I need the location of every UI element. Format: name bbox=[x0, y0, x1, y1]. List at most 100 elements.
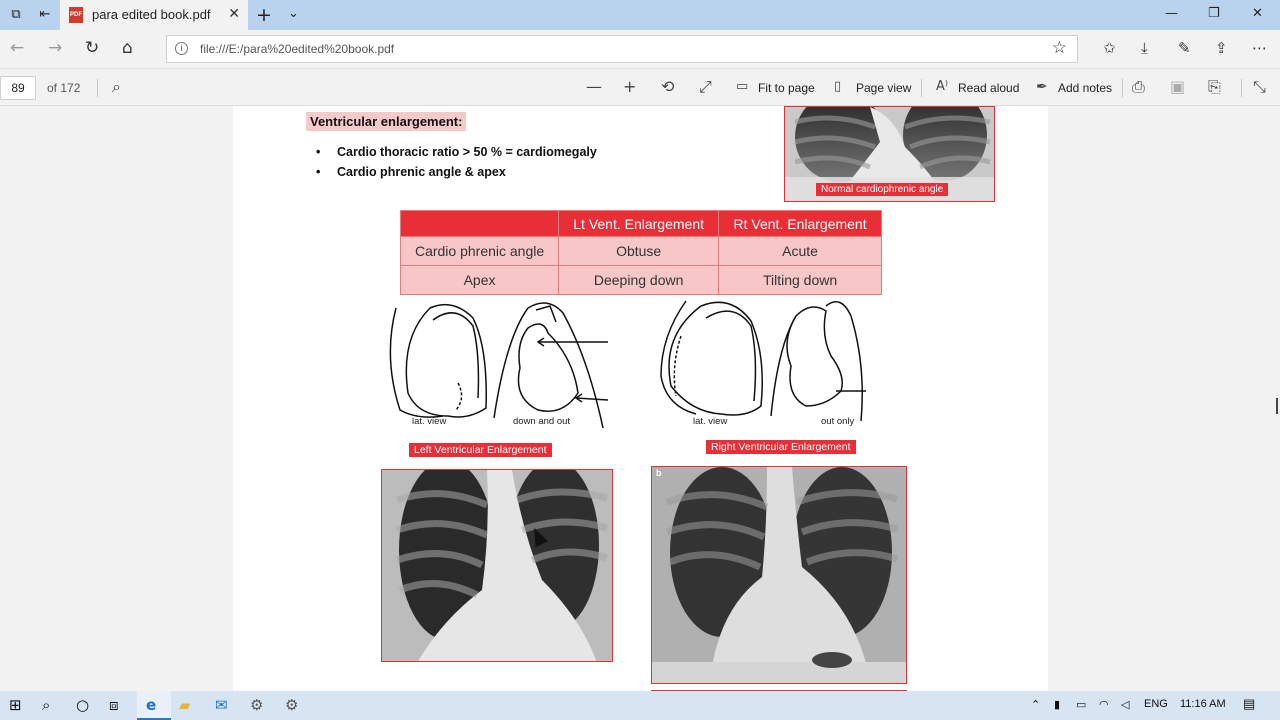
full-screen-icon[interactable]: ⤢ bbox=[699, 77, 712, 97]
back-icon[interactable]: ← bbox=[10, 38, 24, 58]
table-cell: Apex bbox=[399, 265, 560, 295]
volume-icon[interactable]: ◁ bbox=[1121, 698, 1129, 711]
figure-corner-mark: b bbox=[656, 468, 662, 478]
more-icon[interactable]: ⋯ bbox=[1252, 39, 1267, 57]
print-icon[interactable]: ⎙ bbox=[1132, 77, 1145, 97]
right-ventricle-sketch: lat. view out only bbox=[660, 300, 866, 427]
language-indicator[interactable]: ENG bbox=[1144, 698, 1168, 710]
table-cell: Cardio phrenic angle bbox=[399, 236, 560, 266]
pdf-toolbar: 89 of 172 ⌕ — + ⟲ ⤢ ▭ Fit to page ▯ Page… bbox=[0, 68, 1280, 106]
out-only-label: out only bbox=[821, 416, 855, 427]
down-and-out-label: down and out bbox=[513, 416, 570, 427]
forward-icon[interactable]: → bbox=[48, 38, 62, 58]
page-view-icon[interactable]: ▯ bbox=[834, 79, 841, 94]
table-cell: Deeping down bbox=[558, 265, 720, 295]
task-view-icon[interactable]: ⧈ bbox=[109, 696, 119, 714]
close-window-icon[interactable]: ✕ bbox=[1252, 6, 1263, 21]
bullet-item: Cardio phrenic angle & apex bbox=[316, 165, 506, 179]
app-icon[interactable]: ⚙ bbox=[285, 696, 298, 714]
pdf-file-icon: PDF bbox=[69, 7, 83, 23]
search-icon[interactable]: ⌕ bbox=[112, 77, 121, 97]
save-as-icon[interactable]: ⎘ bbox=[1208, 77, 1221, 97]
favorites-icon[interactable]: ✩ bbox=[1103, 39, 1116, 57]
ventricular-comparison-table: Lt Vent. Enlargement Rt Vent. Enlargemen… bbox=[399, 210, 882, 295]
left-enlargement-xray bbox=[381, 469, 613, 662]
address-bar: ← → ↻ ⌂ i file:///E:/para%20edited%20boo… bbox=[0, 30, 1280, 68]
chevron-down-icon[interactable]: ⌄ bbox=[288, 6, 299, 21]
wifi-icon[interactable]: ◠ bbox=[1099, 698, 1109, 711]
new-tab-icon[interactable]: + bbox=[256, 4, 272, 26]
file-explorer-icon[interactable]: ▰ bbox=[179, 696, 191, 714]
search-icon[interactable]: ⌕ bbox=[42, 696, 50, 714]
fit-to-page-button[interactable]: Fit to page bbox=[758, 81, 815, 95]
read-aloud-button[interactable]: Read aloud bbox=[958, 81, 1019, 95]
read-aloud-icon[interactable]: A⁾ bbox=[936, 79, 948, 94]
fit-to-page-icon[interactable]: ▭ bbox=[736, 79, 748, 94]
normal-xray-image: Normal cardiophrenic angle bbox=[784, 106, 995, 202]
bullet-item: Cardio thoracic ratio > 50 % = cardiomeg… bbox=[316, 145, 597, 159]
info-icon[interactable]: i bbox=[175, 42, 188, 55]
table-header-cell bbox=[399, 210, 560, 237]
cortana-icon[interactable]: ○ bbox=[76, 696, 89, 714]
chevron-up-icon[interactable]: ⌃ bbox=[1031, 698, 1040, 711]
battery-icon[interactable]: ▭ bbox=[1076, 698, 1086, 711]
downloads-icon[interactable]: ⤓ bbox=[1141, 39, 1148, 57]
zoom-in-icon[interactable]: + bbox=[623, 77, 636, 96]
page-total: of 172 bbox=[47, 81, 81, 95]
page-number-input[interactable]: 89 bbox=[0, 76, 36, 100]
right-enlargement-xray: b bbox=[651, 466, 907, 684]
left-ventricle-sketch: lat. view down and out bbox=[389, 302, 609, 429]
home-icon[interactable]: ⌂ bbox=[122, 38, 133, 58]
section-heading: Ventricular enlargement: bbox=[306, 112, 467, 131]
lat-view-label: lat. view bbox=[412, 416, 446, 427]
share-icon[interactable]: ⇪ bbox=[1215, 39, 1228, 57]
windows-start-icon[interactable]: ⊞ bbox=[9, 696, 22, 714]
url-text: file:///E:/para%20edited%20book.pdf bbox=[200, 42, 395, 56]
zoom-out-icon[interactable]: — bbox=[586, 77, 602, 96]
table-header-cell: Rt Vent. Enlargement bbox=[718, 210, 882, 237]
save-icon[interactable]: ▣ bbox=[1170, 77, 1185, 96]
taskbar: ⊞ ⌕ ○ ⧈ e ▰ ✉ ⚙ ⚙ ⌃ ▮ ▭ ◠ ◁ ENG 11:16 AM… bbox=[0, 691, 1280, 720]
tab-title: para edited book.pdf bbox=[92, 7, 211, 22]
pen-icon[interactable]: ✒ bbox=[1036, 79, 1048, 95]
tab-pdf[interactable]: PDF para edited book.pdf ✕ bbox=[60, 0, 248, 30]
tab-actions-icon[interactable]: ⧉ bbox=[8, 7, 24, 23]
table-cell: Acute bbox=[718, 236, 882, 266]
minimize-icon[interactable]: — bbox=[1165, 6, 1178, 21]
chest-xray-graphic bbox=[382, 470, 612, 661]
table-cell: Obtuse bbox=[558, 236, 720, 266]
rotate-icon[interactable]: ⟲ bbox=[661, 77, 674, 96]
app-icon[interactable]: ⚙ bbox=[250, 696, 263, 714]
edge-icon: e bbox=[146, 696, 157, 714]
restore-icon[interactable]: ❐ bbox=[1208, 6, 1220, 21]
table-cell: Tilting down bbox=[718, 265, 882, 295]
lat-view-label: lat. view bbox=[693, 416, 727, 427]
right-enlargement-caption: Right Ventricular Enlargement bbox=[706, 440, 856, 454]
table-header-cell: Lt Vent. Enlargement bbox=[558, 210, 720, 237]
web-notes-icon[interactable]: ✎ bbox=[1178, 39, 1191, 57]
notifications-icon[interactable]: ▤ bbox=[1243, 696, 1255, 712]
close-tab-icon[interactable]: ✕ bbox=[228, 6, 240, 22]
normal-angle-caption: Normal cardiophrenic angle bbox=[816, 183, 949, 196]
scrollbar-thumb[interactable] bbox=[1276, 398, 1278, 414]
mail-icon[interactable]: ✉ bbox=[215, 696, 228, 714]
microphone-icon[interactable]: ▮ bbox=[1054, 698, 1060, 711]
add-notes-button[interactable]: Add notes bbox=[1058, 81, 1112, 95]
clock[interactable]: 11:16 AM bbox=[1180, 698, 1226, 710]
left-enlargement-caption: Left Ventricular Enlargement bbox=[409, 443, 552, 457]
divider bbox=[921, 79, 922, 97]
divider bbox=[97, 79, 98, 97]
edge-taskbar-button[interactable]: e bbox=[137, 691, 171, 720]
chest-xray-graphic bbox=[652, 467, 906, 683]
divider bbox=[1241, 79, 1242, 97]
divider bbox=[1122, 79, 1123, 97]
set-aside-tabs-icon[interactable]: ⇤ bbox=[37, 7, 53, 23]
url-field[interactable]: i file:///E:/para%20edited%20book.pdf ☆ bbox=[166, 35, 1078, 63]
document-viewer[interactable]: Ventricular enlargement: Cardio thoracic… bbox=[0, 106, 1280, 691]
favorite-star-icon[interactable]: ☆ bbox=[1052, 38, 1067, 58]
unpin-toolbar-icon[interactable]: ⤡ bbox=[1253, 77, 1266, 97]
page-view-button[interactable]: Page view bbox=[856, 81, 911, 95]
title-bar: ⧉ ⇤ PDF para edited book.pdf ✕ + ⌄ — ❐ ✕ bbox=[0, 0, 1280, 30]
pdf-page: Ventricular enlargement: Cardio thoracic… bbox=[233, 106, 1048, 691]
refresh-icon[interactable]: ↻ bbox=[85, 38, 99, 58]
